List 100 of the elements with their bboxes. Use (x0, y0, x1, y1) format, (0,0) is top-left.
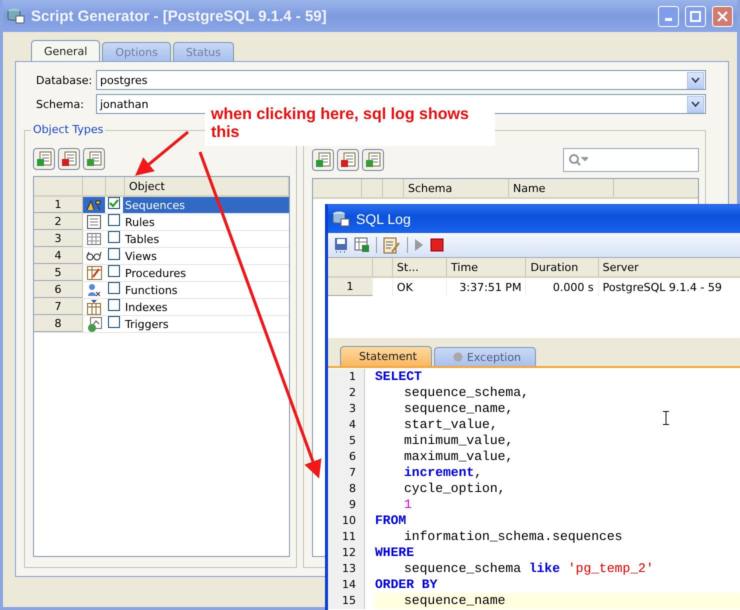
checkbox[interactable] (108, 265, 120, 277)
row-number: 6 (34, 282, 83, 298)
object-name: Procedures (124, 266, 187, 281)
field-label: Schema: (36, 98, 85, 110)
table-cell: 3:37:51 PM (447, 278, 526, 296)
line-number: 10 (328, 513, 365, 529)
line-number: 11 (328, 529, 365, 545)
glasses-icon (86, 251, 102, 261)
checkbox[interactable] (108, 197, 120, 209)
line-number: 9 (328, 497, 365, 513)
window-title: Script Generator - [PostgreSQL 9.1.4 - 59] (31, 8, 328, 24)
line-number: 6 (328, 449, 365, 465)
row-number: 3 (34, 231, 83, 247)
database-icon (332, 210, 350, 228)
annotation-callout: when clicking here, sql log shows this (205, 104, 495, 146)
close-button[interactable] (712, 6, 733, 26)
line-number: 15 (328, 593, 365, 609)
list-add-icon[interactable] (362, 149, 384, 171)
table-pencil-icon (86, 266, 102, 280)
object-name: Tables (124, 232, 160, 247)
code-line: FROM (375, 513, 408, 529)
database-dropdown[interactable]: postgres (96, 70, 706, 90)
line-number: 2 (328, 385, 365, 401)
line-number: 14 (328, 577, 365, 593)
minimize-button[interactable] (658, 6, 679, 26)
code-line: sequence_name, (403, 401, 514, 417)
table-icon (87, 233, 101, 245)
check-all-icon[interactable] (33, 148, 55, 170)
table-cell: 0.000 s (526, 278, 599, 296)
row-number: 5 (34, 265, 83, 281)
object-row[interactable]: 1 Sequences (34, 197, 289, 214)
uncheck-all-icon[interactable] (58, 148, 80, 170)
checkbox[interactable] (108, 316, 120, 328)
minimize-icon (665, 18, 672, 20)
row-number: 8 (34, 316, 83, 332)
checkbox[interactable] (108, 299, 120, 311)
stop-icon[interactable] (430, 238, 444, 252)
object-row[interactable]: 8 Triggers (34, 316, 289, 333)
uncheck-all-icon[interactable] (337, 149, 359, 171)
object-row[interactable]: 4 Views (34, 248, 289, 265)
chevron-down-icon (691, 101, 700, 107)
object-row[interactable]: 6 Functions (34, 282, 289, 299)
group-title: Object Types (31, 123, 106, 136)
save-icon[interactable] (334, 237, 348, 253)
object-row[interactable]: 2 Rules (34, 214, 289, 231)
field-label: Database: (36, 74, 92, 86)
object-row[interactable]: 3 Tables (34, 231, 289, 248)
sql-editor[interactable] (328, 366, 740, 610)
text-cursor-icon (663, 411, 669, 425)
code-line: ORDER BY (375, 577, 438, 593)
spreadsheet-icon[interactable] (354, 237, 370, 253)
close-icon (717, 10, 728, 22)
object-row[interactable]: 5 Procedures (34, 265, 289, 282)
object-name: Functions (124, 282, 179, 298)
column-header: Duration (526, 258, 599, 276)
row-number: 1 (34, 197, 83, 213)
code-line: maximum_value, (403, 449, 514, 465)
row-number: 4 (34, 248, 83, 264)
column-header: St... (392, 258, 448, 276)
line-number: 4 (328, 417, 365, 433)
code-line: SELECT (375, 369, 423, 385)
notepad-icon[interactable] (383, 236, 401, 254)
tab[interactable]: General (31, 40, 100, 61)
table-cell: OK (392, 278, 448, 296)
code-line: sequence_schema, (403, 385, 530, 401)
checkbox[interactable] (108, 214, 120, 226)
list-add-icon[interactable] (83, 148, 105, 170)
object-name: Sequences (123, 197, 289, 213)
line-number: 3 (328, 401, 365, 417)
object-name: Views (124, 248, 158, 264)
checkbox[interactable] (108, 231, 120, 243)
object-row[interactable]: 7 Indexes (34, 299, 289, 316)
maximize-icon (690, 10, 701, 22)
code-line: increment, (403, 465, 484, 481)
maximize-button[interactable] (685, 6, 706, 26)
checkbox[interactable] (108, 248, 120, 260)
line-number: 5 (328, 433, 365, 449)
row-number: 2 (34, 214, 83, 230)
document-icon (87, 215, 101, 229)
line-number: 1 (328, 369, 365, 385)
code-line: minimum_value, (403, 433, 514, 449)
line-number: 7 (328, 465, 365, 481)
code-line: cycle_option, (403, 481, 506, 497)
table-index-icon (87, 300, 101, 314)
line-number: 12 (328, 545, 365, 561)
code-line: 1 (403, 497, 413, 513)
row-number: 7 (34, 299, 83, 315)
row-number: 1 (328, 278, 374, 296)
search-icon (568, 153, 588, 167)
user-icon (87, 283, 101, 297)
check-all-icon[interactable] (312, 149, 334, 171)
line-number: 13 (328, 561, 365, 577)
chevron-down-icon (691, 77, 700, 83)
checkbox[interactable] (108, 282, 120, 294)
code-line: start_value, (403, 417, 499, 433)
object-name: Rules (124, 214, 156, 230)
search-field[interactable] (563, 148, 699, 172)
tab[interactable]: Statement (340, 346, 432, 366)
object-name: Indexes (124, 300, 168, 315)
code-line: sequence_schema like 'pg_temp_2' (403, 561, 655, 577)
